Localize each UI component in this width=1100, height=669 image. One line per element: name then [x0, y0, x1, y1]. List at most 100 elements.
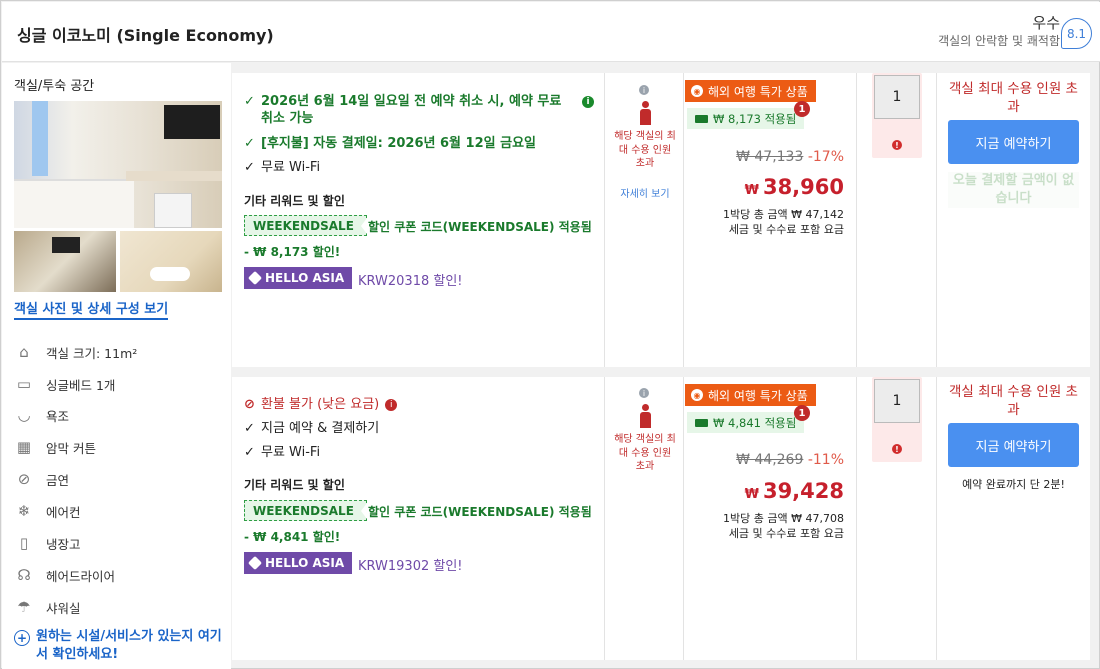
no-entry-icon: ⊘ [244, 397, 255, 412]
currency-symbol: ₩ [744, 183, 759, 198]
amenity-shower: ☂ 샤워실 [14, 596, 224, 618]
amenity-label: 냉장고 [46, 536, 81, 552]
room-thumbnail-1[interactable] [14, 231, 116, 292]
amenity-label: 싱글베드 1개 [46, 377, 116, 393]
bathtub-icon: ◡ [17, 406, 31, 424]
amenity-no-smoking: ⊘ 금연 [14, 468, 224, 490]
max-occupancy-warning: 객실 최대 수용 인원 초과 [949, 81, 1078, 115]
condition-text: 무료 Wi-Fi [261, 445, 321, 460]
amenity-refrigerator: ▯ 냉장고 [14, 532, 224, 554]
hello-asia-discount: KRW19302 할인! [358, 559, 463, 574]
non-refundable-condition: ⊘ 환불 불가 (낮은 요금) i [244, 396, 398, 413]
room-offer-panel: 싱글 이코노미 (Single Economy) 우수 객실의 안락함 및 쾌적… [0, 0, 1100, 669]
info-icon[interactable]: i [385, 399, 398, 411]
final-price-value: 39,428 [762, 479, 844, 503]
promo-badge: ◉ 해외 여행 특가 상품 [685, 80, 816, 102]
notification-badge: 1 [794, 405, 810, 421]
final-price: ₩39,428 [745, 479, 844, 503]
amenity-bathtub: ◡ 욕조 [14, 404, 224, 426]
room-thumbnail-2[interactable] [120, 231, 222, 292]
condition-text: 무료 Wi-Fi [261, 160, 321, 175]
amenity-label: 샤워실 [46, 600, 81, 616]
room-quantity-select[interactable]: 1 ! [872, 377, 922, 462]
quantity-column: 1 ! [857, 377, 937, 660]
book-now-button[interactable]: 지금 예약하기 [948, 120, 1079, 164]
original-price: ₩ 44,269 -11% [736, 452, 844, 468]
check-icon: ✓ [244, 94, 255, 109]
discount-applied-tag: ₩ 8,173 적용됨 [687, 108, 805, 129]
price-tax-line: 세금 및 수수료 포함 요금 [728, 223, 844, 236]
price-total-line: 1박당 총 금액 ₩ 47,142 [723, 208, 844, 221]
free-cancel-condition: ✓ 2026년 6월 14일 일요일 전 예약 취소 시, 예약 무료 취소 가… [244, 93, 594, 127]
rating-subtitle: 객실의 안락함 및 쾌적함 [938, 34, 1060, 48]
max-occupancy-warning: 객실 최대 수용 인원 초과 [949, 384, 1078, 418]
tag-icon [247, 555, 263, 571]
hairdryer-icon: ☊ [17, 566, 31, 584]
promo-icon: ◉ [691, 389, 703, 401]
rating: 우수 객실의 안락함 및 쾌적함 [938, 13, 1060, 49]
rewards-title: 기타 리워드 및 할인 [244, 478, 345, 492]
room-quantity-select[interactable]: 1 ! [872, 73, 922, 158]
info-icon[interactable]: i [639, 388, 649, 398]
photo-fridge [154, 193, 192, 228]
occupancy-details-link[interactable]: 자세히 보기 [615, 187, 675, 203]
check-icon: ✓ [244, 136, 255, 151]
book-now-button[interactable]: 지금 예약하기 [948, 423, 1079, 467]
quantity-value[interactable]: 1 [874, 75, 920, 119]
room-title: 싱글 이코노미 (Single Economy) [17, 26, 274, 45]
wifi-condition: ✓ 무료 Wi-Fi [244, 159, 320, 176]
final-price-value: 38,960 [762, 175, 844, 199]
original-price-value: ₩ 44,269 [736, 452, 804, 468]
info-icon[interactable]: i [639, 85, 649, 95]
booking-time-note: 예약 완료까지 단 2분! [962, 478, 1065, 491]
ticket-icon [695, 114, 708, 123]
check-icon: ✓ [244, 445, 255, 460]
coupon-discount: - ₩ 8,173 할인! [244, 245, 341, 259]
price-tax-line: 세금 및 수수료 포함 요금 [728, 527, 844, 540]
quantity-value[interactable]: 1 [874, 379, 920, 423]
room-photos-link[interactable]: 객실 사진 및 상세 구성 보기 [14, 298, 169, 320]
coupon-applied-text: 할인 쿠폰 코드(WEEKENDSALE) 적용됨 [368, 505, 592, 519]
condition-text: 2026년 6월 14일 일요일 전 예약 취소 시, 예약 무료 취소 가능 [261, 94, 562, 126]
original-price-value: ₩ 47,133 [736, 149, 804, 165]
price-total-note: 1박당 총 금액 ₩ 47,142 세금 및 수수료 포함 요금 [723, 207, 844, 237]
pay-today-note: 오늘 결제할 금액이 없습니다 [948, 172, 1079, 208]
hello-asia-label: HELLO ASIA [265, 556, 345, 570]
occupancy-warning: 해당 객실의 최대 수용 인원 초과 [614, 434, 676, 472]
person-icon [639, 404, 651, 428]
amenity-label: 금연 [46, 472, 70, 488]
condition-text: 환불 불가 (낮은 요금) [261, 397, 380, 412]
amenity-label: 객실 크기: 11m² [46, 345, 138, 361]
price-total-note: 1박당 총 금액 ₩ 47,708 세금 및 수수료 포함 요금 [723, 511, 844, 541]
amenity-air-conditioner: ❄ 에어컨 [14, 500, 224, 522]
amenity-label: 에어컨 [46, 504, 81, 520]
hello-asia-badge: HELLO ASIA [244, 267, 353, 289]
info-icon[interactable]: i [582, 96, 594, 108]
offer-row-2: ⊘ 환불 불가 (낮은 요금) i ✓ 지금 예약 & 결제하기 ✓ 무료 Wi… [232, 377, 1090, 660]
price-column: ◉ 해외 여행 특가 상품 ₩ 8,173 적용됨 1 ₩ 47,133 -17%… [684, 73, 857, 367]
wifi-condition: ✓ 무료 Wi-Fi [244, 444, 320, 461]
price-total-line: 1박당 총 금액 ₩ 47,708 [723, 512, 844, 525]
room-main-photo[interactable] [14, 101, 222, 228]
coupon-discount: - ₩ 4,841 할인! [244, 530, 341, 544]
photo-desk [126, 171, 222, 181]
no-smoking-icon: ⊘ [17, 470, 31, 488]
pay-later-condition: ✓ [후지불] 자동 결제일: 2026년 6월 12일 금요일 [244, 135, 536, 152]
coupon-code-tag: WEEKENDSALE [244, 500, 367, 521]
offer-conditions: ✓ 2026년 6월 14일 일요일 전 예약 취소 시, 예약 무료 취소 가… [232, 73, 605, 367]
final-price: ₩38,960 [745, 175, 844, 199]
occupancy-column: i 해당 객실의 최대 수용 인원 초과 [605, 377, 684, 660]
more-link-text: 원하는 시설/서비스가 있는지 여기서 확인하세요! [36, 629, 222, 662]
amenity-curtain: ▦ 암막 커튼 [14, 436, 224, 458]
pay-now-condition: ✓ 지금 예약 & 결제하기 [244, 420, 379, 437]
warning-icon: ! [892, 444, 902, 454]
promo-badge: ◉ 해외 여행 특가 상품 [685, 384, 816, 406]
booking-column: 객실 최대 수용 인원 초과 지금 예약하기 예약 완료까지 단 2분! [937, 377, 1090, 660]
amenities-more-link[interactable]: + 원하는 시설/서비스가 있는지 여기서 확인하세요! [14, 628, 224, 664]
discount-percent: -17% [807, 149, 844, 165]
applied-label: ₩ 8,173 적용됨 [713, 111, 797, 126]
discount-applied-tag: ₩ 4,841 적용됨 [687, 412, 805, 433]
photo-tv [52, 237, 80, 253]
hello-asia-discount: KRW20318 할인! [358, 274, 463, 289]
condition-text: 지금 예약 & 결제하기 [261, 421, 380, 436]
